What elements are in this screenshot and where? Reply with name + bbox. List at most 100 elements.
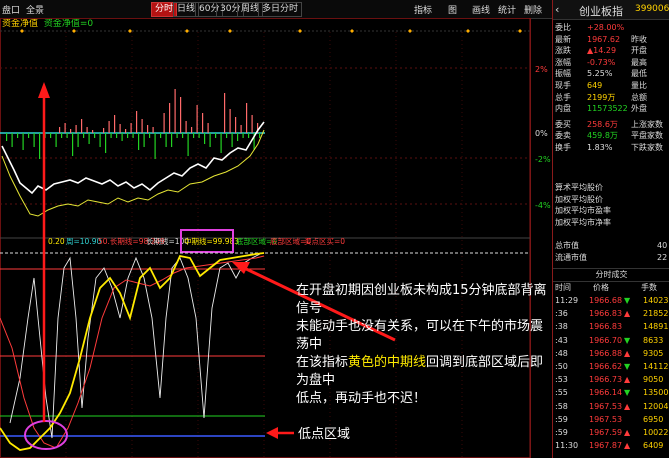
flow-bar-up [125,129,127,133]
flow-bar-down [127,133,129,138]
flow-bar-up [246,103,248,133]
flow-bar-up [235,117,237,133]
quote-stat-row: 换手 1.83% 下跌家数 [553,142,669,153]
tick-row[interactable]: :59 1967.59 ▲ 10022 [553,427,669,438]
flow-bar-down [6,133,8,141]
quote-stat-row: 委卖 459.8万 平盘家数 [553,130,669,141]
tick-row[interactable]: 11:29 1966.68 ▼ 14023 [553,295,669,306]
tick-title[interactable]: 分时成交 [553,268,669,282]
quote-stat-row: 内盘 11573522 外盘 [553,103,669,114]
toolbar-item-huaxian[interactable]: 画线 [472,3,490,16]
tick-header-time: 时间 [555,283,571,292]
stat-label-2: 量比 [631,81,647,90]
annotation-highlight: 黄色的中期线 [348,355,427,370]
flow-bar-down [220,133,222,153]
toolbar-item-tu[interactable]: 图 [448,3,457,16]
up-arrow-head [38,82,50,98]
flow-bar-down [105,133,107,153]
tick-header-volume: 手数 [641,283,657,292]
flow-bar-up [70,129,72,133]
flow-bar-down [165,133,167,147]
stat-label: 振幅 [555,69,571,79]
stat-label-2: 最高 [631,57,647,67]
stat-value: 649 [587,81,603,90]
tick-header-price: 价格 [593,283,609,292]
flow-bar-up [191,127,193,133]
flow-bar-down [193,133,195,138]
flow-bar-up [196,105,198,133]
flow-bar-down [72,133,74,156]
toolbar-item-zhibiao[interactable]: 指标 [414,3,432,16]
tick-row[interactable]: :58 1967.53 ▲ 12004 [553,401,669,412]
stat-value: 1967.62 [587,34,621,44]
stat-value: 2199万 [587,92,616,102]
flow-bar-down [198,133,200,138]
quote-stat-row: 涨跌 ▲14.29 开盘 [553,45,669,56]
stat-label-2: 下跌家数 [631,143,663,152]
annotation-part: 在该指标 [296,355,349,370]
price-axis-label: 2% [535,65,548,74]
price-axis-label: -4% [535,201,551,210]
tick-header: 时间 价格 手数 [553,282,669,293]
flow-bar-up [185,121,187,133]
flow-bar-down [132,133,134,138]
flow-bar-up [229,109,231,133]
quote-stat-row: 涨幅 -0.73% 最高 [553,57,669,68]
flow-bar-down [154,133,156,159]
flow-bar-down [61,133,63,138]
flow-bar-down [121,133,123,141]
stat-value: +28.00% [587,23,625,32]
flow-bar-up [130,123,132,133]
flow-bar-down [116,133,118,138]
average-metric-row: 加权平均市盈率 [555,206,611,216]
back-icon[interactable]: ‹ [555,3,559,16]
flow-bar-up [119,124,121,133]
flow-bar-down [17,133,19,138]
stat-value: -0.73% [587,57,616,67]
tick-row[interactable]: :48 1966.88 ▲ 9305 [553,348,669,359]
flow-bar-up [163,113,165,133]
toolbar-item-tongji[interactable]: 统计 [498,3,516,16]
quote-stat-row: 委买 258.6万 上涨家数 [553,119,669,130]
stat-label-2: 最低 [631,69,647,79]
annotation-line: 低点，再动手也不迟！ [296,391,427,406]
tick-row[interactable]: :38 1966.83 14891 [553,321,669,332]
flow-bar-down [11,133,13,147]
flow-bar-up [92,130,94,133]
tick-row[interactable]: :36 1966.83 ▲ 21852 [553,308,669,319]
stat-label: 现手 [555,81,571,90]
annotation-line: 未能动手也没有关系，可以在下午的市场震荡中 [296,319,544,352]
tick-row[interactable]: :53 1966.73 ▲ 9050 [553,374,669,385]
toolbar-item-pankou[interactable]: 盘口 [2,3,20,16]
legend-item-mid-line: 中期线=99.983 [184,236,239,246]
flow-bar-down [259,133,261,138]
tick-row[interactable]: :43 1966.70 ▼ 8633 [553,335,669,346]
tick-row[interactable]: 11:30 1967.87 ▲ 6409 [553,440,669,451]
flow-bar-down [143,133,145,147]
tick-row[interactable]: :59 1967.53 6950 [553,414,669,425]
stat-label-2: 上涨家数 [631,119,663,129]
price-axis-label: -2% [535,155,551,164]
flow-bar-down [182,133,184,138]
flow-bar-up [136,111,138,133]
low-zone-label: 低点区域 [298,427,351,442]
toolbar-item-quanjing[interactable]: 全景 [26,3,44,16]
fast-indicator-line [9,253,261,439]
tick-row[interactable]: :50 1966.62 ▼ 14112 [553,361,669,372]
flow-bar-up [86,127,88,133]
tab-multiday[interactable]: 多日分时 [258,2,303,17]
price-axis-label: 0% [535,129,548,138]
toolbar-item-shanchu[interactable]: 删除 [524,3,542,16]
stat-label: 委比 [555,23,571,32]
tick-row[interactable]: :55 1966.14 ▼ 13500 [553,387,669,398]
flow-bar-down [187,133,189,156]
flow-bar-down [237,133,239,141]
flow-bar-up [202,113,204,133]
flow-bar-down [99,133,101,147]
flow-bar-down [77,133,79,147]
stat-value: 258.6万 [587,119,618,129]
market-cap-row: 流通市值 22 [555,252,668,262]
flow-bar-down [138,133,140,150]
flow-bar-up [103,128,105,133]
annotation-line: 在开盘初期因创业板未构成15分钟底部背离信号 [296,283,547,316]
